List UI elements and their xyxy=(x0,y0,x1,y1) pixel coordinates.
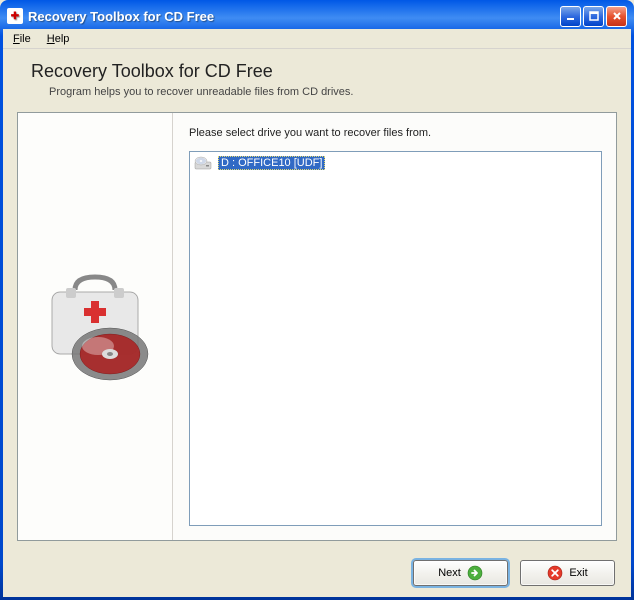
cancel-icon xyxy=(547,565,563,581)
main-panel: Please select drive you want to recover … xyxy=(17,112,617,541)
cd-drive-icon xyxy=(194,155,212,171)
next-button-label: Next xyxy=(438,567,461,579)
first-aid-kit-icon xyxy=(30,262,160,392)
close-button[interactable] xyxy=(606,6,627,27)
illustration-pane xyxy=(18,113,173,540)
next-button[interactable]: Next xyxy=(413,560,508,586)
exit-button-label: Exit xyxy=(569,567,587,579)
client-area: File Help Recovery Toolbox for CD Free P… xyxy=(3,29,631,597)
minimize-button[interactable] xyxy=(560,6,581,27)
window-controls xyxy=(560,6,627,27)
footer: Next Exit xyxy=(3,549,631,597)
drive-label: D : OFFICE10 [UDF] xyxy=(218,156,325,170)
menu-file[interactable]: File xyxy=(7,31,37,47)
titlebar[interactable]: ✚ Recovery Toolbox for CD Free xyxy=(3,3,631,29)
menu-help[interactable]: Help xyxy=(41,31,76,47)
drive-list[interactable]: D : OFFICE10 [UDF] xyxy=(189,151,602,526)
maximize-button[interactable] xyxy=(583,6,604,27)
page-title: Recovery Toolbox for CD Free xyxy=(31,61,603,82)
application-window: ✚ Recovery Toolbox for CD Free File Help… xyxy=(0,0,634,600)
instruction-text: Please select drive you want to recover … xyxy=(189,127,602,139)
drive-item[interactable]: D : OFFICE10 [UDF] xyxy=(192,154,599,172)
content-pane: Please select drive you want to recover … xyxy=(173,113,616,540)
page-subtitle: Program helps you to recover unreadable … xyxy=(49,86,603,98)
app-icon: ✚ xyxy=(7,8,23,24)
header: Recovery Toolbox for CD Free Program hel… xyxy=(3,49,631,104)
menubar: File Help xyxy=(3,29,631,49)
arrow-right-icon xyxy=(467,565,483,581)
window-title: Recovery Toolbox for CD Free xyxy=(28,9,560,24)
exit-button[interactable]: Exit xyxy=(520,560,615,586)
